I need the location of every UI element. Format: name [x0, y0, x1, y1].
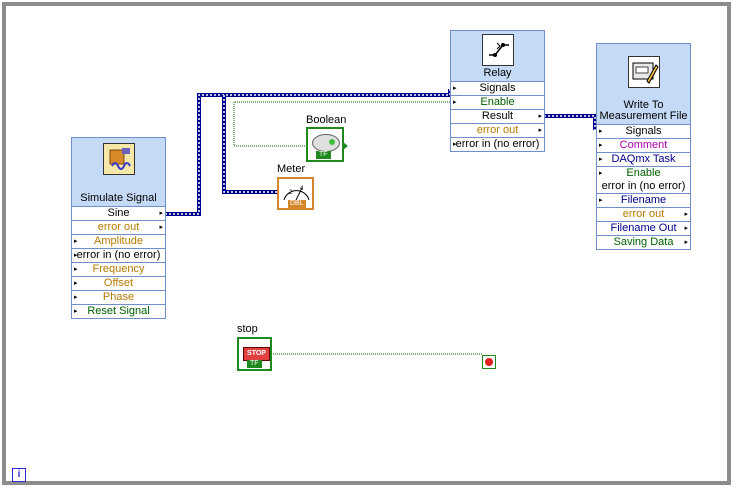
- relay-title: Relay: [483, 67, 512, 79]
- meter-gauge-icon: 2 4: [283, 186, 310, 201]
- terminal-relay-result[interactable]: Result ▸: [451, 110, 544, 124]
- simulate-signal-icon: [102, 143, 135, 175]
- terminal-phase[interactable]: ▸ Phase: [72, 291, 165, 305]
- dynamic-wire-to-meter[interactable]: [222, 95, 277, 194]
- boolean-led-icon: [312, 134, 340, 152]
- terminal-reset-signal[interactable]: ▸ Reset Signal: [72, 305, 165, 318]
- terminal-comment[interactable]: ▸ Comment: [597, 139, 690, 153]
- stop-terminal[interactable]: STOP TF: [237, 337, 272, 371]
- relay-node[interactable]: Relay ▸ Signals ▸ Enable Result ▸ error out…: [450, 30, 545, 152]
- simulate-signal-title: Simulate Signal: [80, 192, 157, 204]
- relay-icon: [481, 34, 514, 66]
- terminal-error-in[interactable]: ▸ error in (no error): [72, 249, 165, 263]
- boolean-terminal[interactable]: TF: [306, 127, 348, 162]
- terminal-relay-signals[interactable]: ▸ Signals: [451, 82, 544, 96]
- terminal-saving-data[interactable]: Saving Data ▸: [597, 236, 690, 249]
- meter-type-tag: DBL: [288, 200, 306, 208]
- stop-button-icon: STOP: [243, 347, 270, 361]
- meter-label: Meter: [277, 163, 306, 175]
- terminal-file-error-out[interactable]: error out ▸: [597, 208, 690, 222]
- write-file-icon: [627, 56, 660, 88]
- dynamic-wire-relay-to-file[interactable]: [544, 114, 597, 130]
- loop-iteration-terminal[interactable]: i: [12, 468, 26, 482]
- terminal-relay-enable[interactable]: ▸ Enable: [451, 96, 544, 110]
- simulate-signal-header: Simulate Signal: [72, 138, 165, 207]
- relay-header: Relay: [451, 31, 544, 82]
- terminal-filename-out[interactable]: Filename Out ▸: [597, 222, 690, 236]
- terminal-amplitude[interactable]: ▸ Amplitude: [72, 235, 165, 249]
- terminal-filename[interactable]: ▸ Filename: [597, 194, 690, 208]
- terminal-relay-error-out[interactable]: error out ▸: [451, 124, 544, 138]
- terminal-relay-error-in[interactable]: ▸ error in (no error): [451, 138, 544, 151]
- terminal-error-out[interactable]: error out ▸: [72, 221, 165, 235]
- stop-type-tag: TF: [247, 360, 262, 368]
- terminal-file-signals[interactable]: ▸ Signals: [597, 125, 690, 139]
- write-file-title: Write To Measurement File: [599, 99, 688, 122]
- simulate-signal-node[interactable]: Simulate Signal Sine ▸ error out ▸ ▸ Amplit…: [71, 137, 166, 319]
- write-file-header: Write To Measurement File: [597, 44, 690, 125]
- write-measurement-file-node[interactable]: Write To Measurement File ▸ Signals ▸ Comm…: [596, 43, 691, 250]
- block-diagram: Simulate Signal Sine ▸ error out ▸ ▸ Amplit…: [0, 0, 741, 495]
- iteration-symbol: i: [17, 469, 21, 480]
- terminal-offset[interactable]: ▸ Offset: [72, 277, 165, 291]
- stop-label: stop: [237, 323, 258, 335]
- terminal-daqmx-task[interactable]: ▸ DAQmx Task: [597, 153, 690, 167]
- meter-terminal[interactable]: 2 4 DBL: [277, 177, 314, 210]
- boolean-type-tag: TF: [316, 151, 331, 159]
- terminal-file-enable[interactable]: ▸ Enable error in (no error): [597, 167, 690, 194]
- svg-text:4: 4: [300, 186, 304, 192]
- boolean-label: Boolean: [306, 114, 347, 126]
- terminal-sine[interactable]: Sine ▸: [72, 207, 165, 221]
- terminal-frequency[interactable]: ▸ Frequency: [72, 263, 165, 277]
- stop-sign-icon: [485, 358, 493, 366]
- loop-condition-terminal[interactable]: [482, 355, 496, 369]
